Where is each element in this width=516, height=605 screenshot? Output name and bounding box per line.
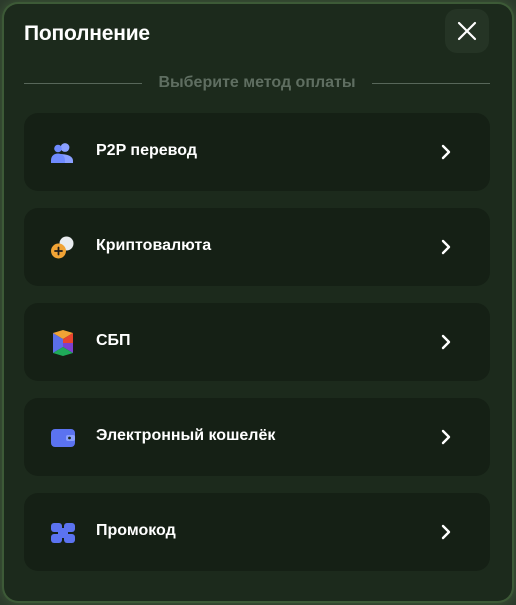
chevron-right-icon <box>441 239 451 255</box>
divider-text: Выберите метод оплаты <box>158 74 356 91</box>
method-promo-code[interactable]: Промокод <box>24 493 490 571</box>
method-crypto[interactable]: Криптовалюта <box>24 208 490 286</box>
close-button[interactable] <box>445 9 489 53</box>
method-label: Криптовалюта <box>96 237 212 254</box>
method-sbp[interactable]: СБП <box>24 303 490 381</box>
users-icon <box>51 143 73 163</box>
modal-title: Пополнение <box>24 22 150 45</box>
payment-methods-list: P2P перевод Криптовалюта СБП Электронный… <box>24 113 490 588</box>
coins-icon <box>51 236 74 259</box>
payment-method-divider: Выберите метод оплаты <box>24 72 491 94</box>
method-label: СБП <box>96 332 131 349</box>
modal-header: Пополнение <box>4 4 512 68</box>
method-label: P2P перевод <box>96 142 197 159</box>
method-e-wallet[interactable]: Электронный кошелёк <box>24 398 490 476</box>
method-label: Электронный кошелёк <box>96 427 276 444</box>
wallet-icon <box>51 429 75 447</box>
promo-code-icon <box>51 523 75 543</box>
payment-modal: Пополнение Выберите метод оплаты P2P пер… <box>4 4 512 601</box>
method-p2p-transfer[interactable]: P2P перевод <box>24 113 490 191</box>
divider-line-left <box>24 82 143 84</box>
method-label: Промокод <box>96 522 176 539</box>
chevron-right-icon <box>441 144 451 160</box>
divider-line-right <box>371 82 491 84</box>
chevron-right-icon <box>441 429 451 445</box>
chevron-right-icon <box>441 334 451 350</box>
chevron-right-icon <box>441 524 451 540</box>
close-icon <box>457 21 477 41</box>
sbp-logo-icon <box>53 330 73 356</box>
